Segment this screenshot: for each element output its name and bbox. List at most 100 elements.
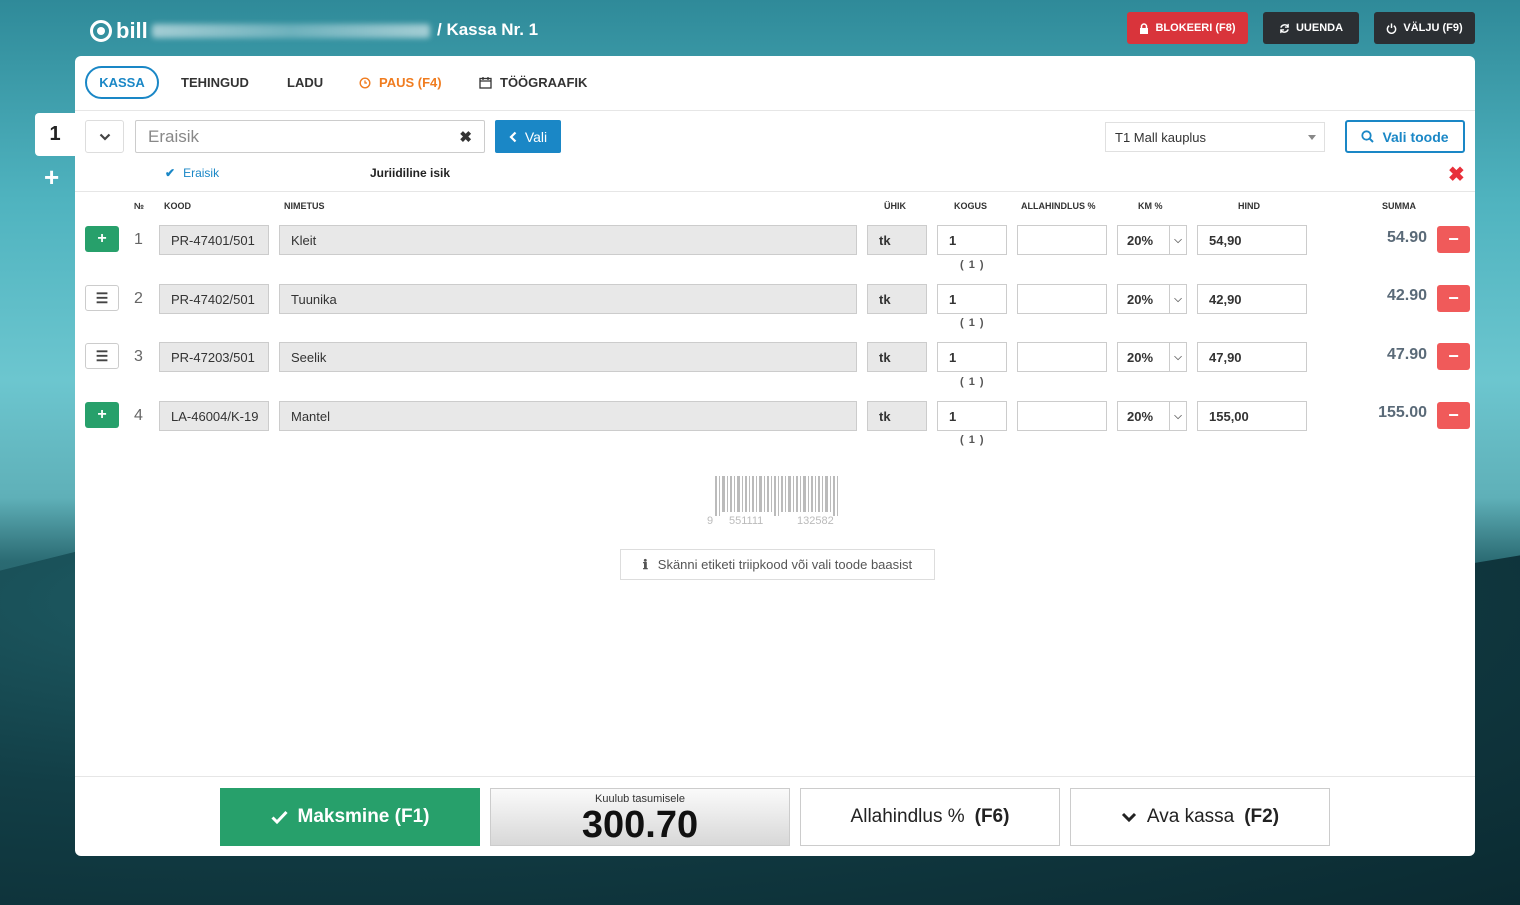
row-vat-select[interactable]: 20% ⌵: [1117, 342, 1187, 372]
refresh-icon: [1280, 23, 1289, 33]
barcode-digit: 9: [707, 515, 713, 527]
divider: [75, 191, 1475, 192]
page-title: / Kassa Nr. 1: [437, 20, 539, 39]
caret-down-icon: [1308, 135, 1316, 144]
store-select-value: T1 Mall kauplus: [1115, 129, 1207, 145]
row-sum: 155.00: [1378, 404, 1427, 421]
scan-hint-text: Skänni etiketi triipkood või vali toode …: [657, 557, 913, 572]
tab-ladu[interactable]: LADU: [287, 66, 323, 99]
top-bar: bill / Kassa Nr. 1 BLOKEERI (F8) UUENDA …: [0, 0, 1520, 56]
total-display: Kuulub tasumisele 300.70: [490, 788, 790, 846]
tab-label: TEHINGUD: [181, 75, 249, 90]
customer-input-value: Eraisik: [148, 126, 200, 146]
open-drawer-label: Ava kassa: [1146, 806, 1235, 827]
row-unit-field[interactable]: tk: [867, 225, 927, 255]
store-select[interactable]: T1 Mall kauplus: [1105, 122, 1325, 152]
select-product-label: Vali toode: [1382, 128, 1449, 145]
block-button-label: BLOKEERI (F8): [1155, 22, 1236, 34]
col-header-price: HIND: [1238, 201, 1260, 211]
row-vat-select[interactable]: 20% ⌵: [1117, 401, 1187, 431]
main-panel: KASSA TEHINGUD LADU PAUS (F4) TÖÖGRAAFIK…: [75, 56, 1475, 856]
chevron-down-icon: ⌵: [1169, 285, 1186, 313]
row-vat-select[interactable]: 20% ⌵: [1117, 284, 1187, 314]
select-product-button[interactable]: Vali toode: [1345, 120, 1465, 153]
row-discount-field[interactable]: [1017, 225, 1107, 255]
row-qty-sub: ( 1 ): [960, 434, 985, 446]
row-price-field[interactable]: 47,90: [1197, 342, 1307, 372]
exit-button[interactable]: VÄLJU (F9): [1374, 12, 1475, 44]
row-name-field[interactable]: Kleit: [279, 225, 857, 255]
col-header-name: NIMETUS: [284, 201, 325, 211]
row-code-field[interactable]: PR-47203/501: [159, 342, 269, 372]
row-name-field[interactable]: Mantel: [279, 401, 857, 431]
row-sum: 42.90: [1386, 287, 1427, 304]
row-qty-field[interactable]: 1: [937, 342, 1007, 372]
row-code-field[interactable]: PR-47401/501: [159, 225, 269, 255]
discount-button-label: Allahindlus %: [850, 806, 965, 827]
customer-dropdown-button[interactable]: [85, 120, 124, 153]
row-qty-field[interactable]: 1: [937, 225, 1007, 255]
pay-button[interactable]: Maksmine (F1): [220, 788, 480, 846]
row-name-field[interactable]: Tuunika: [279, 284, 857, 314]
row-price-field[interactable]: 54,90: [1197, 225, 1307, 255]
row-qty-field[interactable]: 1: [937, 284, 1007, 314]
row-remove-button[interactable]: −: [1437, 343, 1470, 370]
row-discount-field[interactable]: [1017, 342, 1107, 372]
pay-button-label: Maksmine (F1): [297, 806, 430, 827]
row-remove-button[interactable]: −: [1437, 402, 1470, 429]
col-header-qty: KOGUS: [954, 201, 988, 211]
row-remove-button[interactable]: −: [1437, 285, 1470, 312]
tab-pause[interactable]: PAUS (F4): [359, 66, 442, 99]
row-menu-button[interactable]: ☰: [85, 285, 119, 311]
row-add-button[interactable]: +: [85, 226, 119, 252]
customer-type-private[interactable]: ✔ Eraisik: [165, 166, 219, 180]
row-remove-button[interactable]: −: [1437, 226, 1470, 253]
open-drawer-button[interactable]: Ava kassa (F2): [1070, 788, 1330, 846]
row-name-field[interactable]: Seelik: [279, 342, 857, 372]
refresh-button[interactable]: UUENDA: [1263, 12, 1359, 44]
row-vat-select[interactable]: 20% ⌵: [1117, 225, 1187, 255]
main-tabs: KASSA TEHINGUD LADU PAUS (F4) TÖÖGRAAFIK: [75, 56, 1475, 111]
customer-type-legal[interactable]: Juriidiline isik: [370, 166, 450, 180]
col-header-vat: KM %: [1138, 201, 1163, 211]
discount-button-key: (F6): [974, 806, 1010, 827]
row-vat-value: 20%: [1127, 408, 1154, 424]
add-sale-button[interactable]: +: [44, 164, 59, 190]
info-icon: ℹ: [642, 556, 648, 572]
row-discount-field[interactable]: [1017, 401, 1107, 431]
tab-tehingud[interactable]: TEHINGUD: [181, 66, 249, 99]
row-vat-value: 20%: [1127, 232, 1154, 248]
row-unit-field[interactable]: tk: [867, 284, 927, 314]
customer-type-private-label: Eraisik: [183, 166, 220, 180]
close-icon[interactable]: ✖: [1448, 162, 1465, 187]
chevron-down-icon: ⌵: [1169, 226, 1186, 254]
block-button[interactable]: BLOKEERI (F8): [1127, 12, 1248, 44]
sale-tab-number[interactable]: 1: [35, 113, 75, 156]
row-vat-value: 20%: [1127, 349, 1154, 365]
row-unit-field[interactable]: tk: [867, 401, 927, 431]
search-icon: [1361, 130, 1375, 143]
tab-schedule[interactable]: TÖÖGRAAFIK: [479, 66, 587, 99]
blurred-company-name: [152, 24, 430, 38]
customer-select-label: Vali: [524, 128, 548, 145]
barcode-digits: 551111: [729, 515, 763, 527]
check-icon: ✔: [165, 166, 176, 180]
row-price-field[interactable]: 155,00: [1197, 401, 1307, 431]
row-price-field[interactable]: 42,90: [1197, 284, 1307, 314]
clear-icon[interactable]: ✖: [459, 128, 472, 146]
exit-button-label: VÄLJU (F9): [1403, 22, 1463, 34]
customer-input[interactable]: Eraisik ✖: [135, 120, 485, 153]
row-unit-field[interactable]: tk: [867, 342, 927, 372]
row-code-field[interactable]: PR-47402/501: [159, 284, 269, 314]
row-qty-field[interactable]: 1: [937, 401, 1007, 431]
row-menu-button[interactable]: ☰: [85, 343, 119, 369]
discount-button[interactable]: Allahindlus % (F6): [800, 788, 1060, 846]
row-sum: 47.90: [1386, 346, 1427, 363]
row-discount-field[interactable]: [1017, 284, 1107, 314]
customer-select-button[interactable]: Vali: [495, 120, 561, 153]
row-add-button[interactable]: +: [85, 402, 119, 428]
row-code-field[interactable]: LA-46004/K-19: [159, 401, 269, 431]
col-header-no: №: [134, 201, 145, 211]
tab-kassa[interactable]: KASSA: [85, 66, 159, 99]
row-number: 4: [134, 407, 143, 424]
